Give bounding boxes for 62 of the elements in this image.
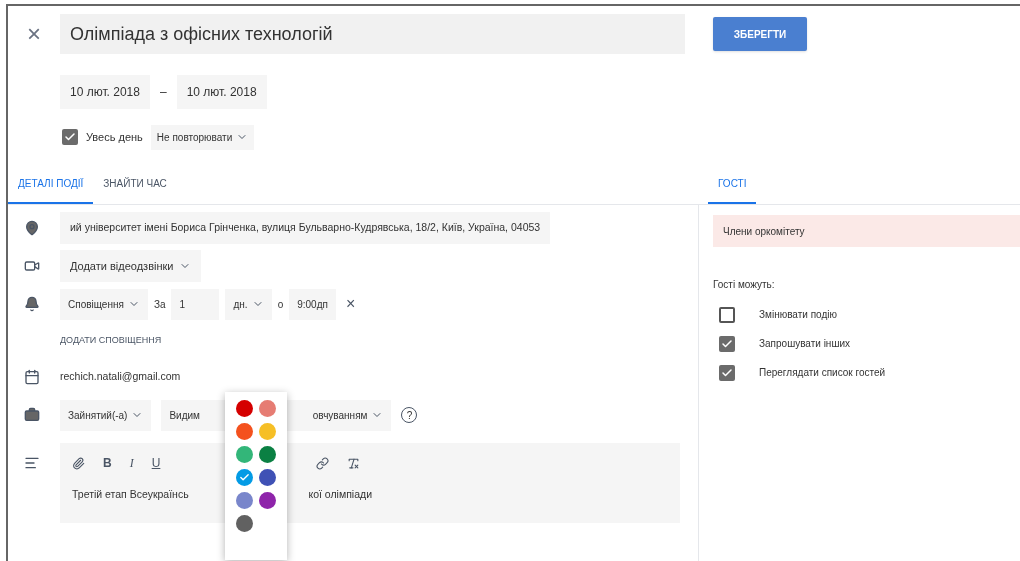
all-day-checkbox[interactable] [62,129,78,145]
at-label: о [277,297,284,312]
guests-tab[interactable]: ГОСТІ [708,164,757,204]
date-separator: – [159,84,167,101]
all-day-label: Увесь день [86,129,143,145]
bell-icon [24,296,40,312]
busy-dropdown[interactable]: Зайнятий(-а) [60,399,152,431]
checkmark-icon [64,131,76,143]
permission-label: Змінювати подію [759,308,837,322]
briefcase-icon [24,407,40,423]
time-field[interactable]: 9:00дп [289,288,336,320]
permission-checkbox[interactable] [719,335,735,352]
link-icon[interactable] [316,456,330,470]
description-icon [24,455,40,471]
color-swatch[interactable] [236,423,253,440]
remove-notification-button[interactable]: × [341,292,360,316]
clear-formatting-icon[interactable] [347,456,361,470]
amount-field[interactable]: 1 [171,288,220,320]
tab[interactable]: ДЕТАЛІ ПОДІЇ [8,164,94,204]
tab[interactable]: ЗНАЙТИ ЧАС [93,164,177,204]
bold-button[interactable]: B [103,454,112,472]
description-text: кої олімпіади [308,487,372,502]
color-swatch[interactable] [236,492,253,509]
unit-dropdown[interactable]: дн. [225,288,272,320]
color-swatch[interactable] [259,469,276,486]
permission-checkbox[interactable] [719,364,735,381]
italic-button[interactable]: I [129,454,134,472]
color-swatch[interactable] [259,400,276,417]
description-editor[interactable]: B I U Третій етап Всеукраїнсь кої олімпіади [60,443,680,523]
color-swatch[interactable] [259,446,276,463]
calendar-account: rechich.natali@gmail.com [60,369,181,385]
color-swatch[interactable] [236,515,253,532]
checkmark-icon [721,366,733,379]
close-button[interactable]: × [8,16,60,52]
underline-button[interactable]: U [151,454,161,472]
save-button[interactable]: ЗБЕРЕГТИ [713,17,807,51]
permission-label: Переглядати список гостей [759,366,886,380]
color-swatch[interactable] [236,469,253,486]
checkmark-icon [721,337,733,350]
repeat-dropdown[interactable]: Не повторювати [150,124,255,150]
color-swatch[interactable] [236,400,253,417]
add-notification-link[interactable]: ДОДАТИ СПОВІЩЕННЯ [60,334,162,348]
color-swatch[interactable] [236,446,253,463]
color-swatch[interactable] [259,423,276,440]
location-pin-icon [24,220,40,236]
start-date-field[interactable]: 10 лют. 2018 [60,75,150,109]
title-field[interactable]: Олімпіада з офісних технологій [60,14,685,54]
checkmark-icon [239,472,250,483]
prefix-label: За [153,297,166,312]
location-field[interactable]: ий університет імені Бориса Грінченка, вулиця Бульварно-Кудрявська, 18/2, Київ, Україна, 04053 [60,212,551,244]
permission-checkbox[interactable] [719,306,735,323]
guest-chip[interactable]: Члени оркомітету [713,215,1020,247]
permission-label: Запрошувати інших [759,337,850,351]
calendar-icon [24,369,40,385]
notification-type-dropdown[interactable]: Сповіщення [60,288,148,320]
video-dropdown[interactable]: Додати відеодзвінки [60,249,202,283]
video-icon [24,258,40,274]
guests-heading: Гості можуть: [713,278,776,292]
end-date-field[interactable]: 10 лют. 2018 [176,75,267,109]
attachment-icon[interactable] [72,456,85,470]
color-swatch[interactable] [259,492,276,509]
description-text: Третій етап Всеукраїнсь [72,487,189,502]
